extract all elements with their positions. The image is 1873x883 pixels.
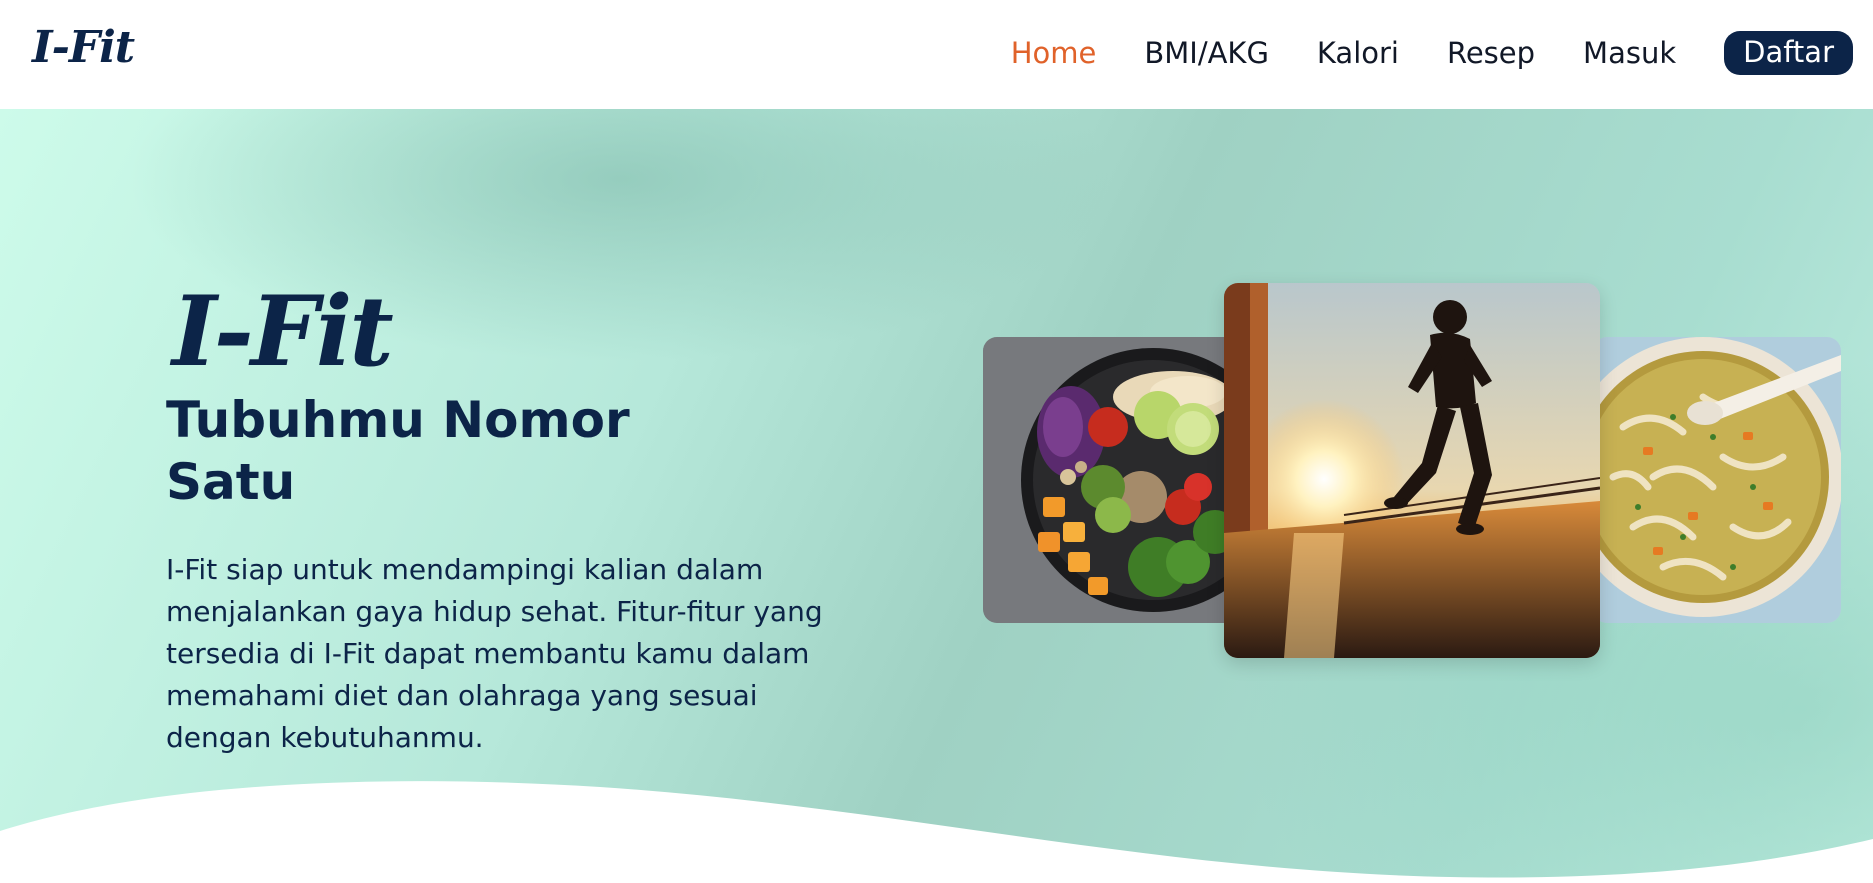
hero-title: Tubuhmu Nomor Satu [166, 391, 630, 511]
logo[interactable]: I-Fit [32, 22, 135, 73]
salad-bowl-image [983, 337, 1245, 623]
hero-wave-divider [0, 781, 1873, 883]
hero-section: I-Fit Tubuhmu Nomor Satu I-Fit siap untu… [0, 109, 1873, 883]
nav-links: Home BMI/AKG Kalori Resep Masuk Daftar [963, 30, 1853, 76]
nav-link-home[interactable]: Home [1011, 36, 1097, 70]
nav-link-masuk[interactable]: Masuk [1583, 36, 1676, 70]
runner-sunrise-image [1224, 283, 1600, 658]
nav-link-bmi-akg[interactable]: BMI/AKG [1144, 36, 1269, 70]
hero-description: I-Fit siap untuk mendampingi kalian dala… [166, 553, 823, 754]
signup-button[interactable]: Daftar [1724, 31, 1853, 75]
noodle-soup-pot-image [1593, 337, 1841, 623]
hero-brand: I-Fit [172, 275, 394, 388]
nav-link-resep[interactable]: Resep [1447, 36, 1535, 70]
top-navbar: I-Fit Home BMI/AKG Kalori Resep Masuk Da… [0, 0, 1873, 109]
nav-link-kalori[interactable]: Kalori [1317, 36, 1399, 70]
